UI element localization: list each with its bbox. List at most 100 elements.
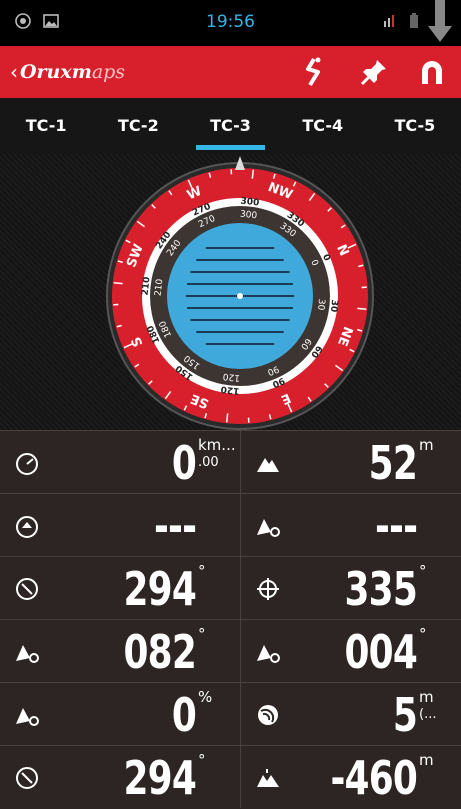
compass-inner-label: 300 [239,210,257,222]
tab-label: TC-5 [394,116,436,135]
tab-label: TC-1 [25,116,67,135]
compass-degree-label: 300 [240,197,260,209]
data-cell-left[interactable]: --- [0,494,241,556]
unit-top: % [198,688,213,706]
unit-top: ° [198,562,206,580]
tab-label: TC-3 [210,116,251,135]
compass-degree-label: 210 [141,276,153,296]
unit-top: ° [198,625,206,643]
data-value: 5 [392,688,418,742]
app-logo-bold: Oruxm [20,61,92,83]
data-cell-right[interactable]: 004 ° [241,620,461,682]
app-logo-button[interactable]: ‹ Oruxm aps [10,60,125,84]
data-row: 294 ° -460 m [0,745,461,808]
data-cell-right[interactable]: -460 m [241,746,461,808]
data-row: --- --- [0,493,461,556]
unit-top: km... [198,436,236,454]
data-row: 0 km... .00 52 m [0,430,461,493]
mountain-target-icon [257,645,280,663]
tab-bar: TC-1 TC-2 TC-3 TC-4 TC-5 [0,98,461,154]
data-row: 082 ° 004 ° [0,619,461,682]
route-button[interactable] [287,46,345,98]
unit-top: m [419,436,434,454]
back-chevron-icon: ‹ [10,60,18,84]
data-cell-right[interactable]: 52 m [241,431,461,493]
tab-tc-3[interactable]: TC-3 [184,98,276,154]
compass-dial: NWNNEESESSWW 3003300306090120150180210240… [106,156,374,430]
data-value: 294 [123,562,196,616]
speedometer-icon [16,453,38,475]
data-row: 294 ° 335 ° [0,556,461,619]
waypoint-pin-button[interactable] [345,46,403,98]
unit-bottom: (... [419,707,437,722]
route-icon [306,57,321,87]
data-cell-left[interactable]: 082 ° [0,620,241,682]
mountain-target-icon [16,645,39,663]
unit-top: ° [198,751,206,769]
data-value: --- [153,499,197,553]
crosshair-icon [257,578,279,600]
data-unit: ° [198,626,232,643]
data-value: 0 [171,436,197,490]
compass-degree-label: 30 [328,299,339,313]
compass-panel: NW N NE E SE S SW W 300 330 0 30 60 90 120 150 180 210 240… [0,154,461,430]
speed-up-icon [16,516,38,538]
gps-accuracy-icon [258,705,278,725]
tab-tc-2[interactable]: TC-2 [92,98,184,154]
mountain-target-icon [257,519,280,537]
data-unit: m [419,752,453,769]
tab-tc-5[interactable]: TC-5 [369,98,461,154]
data-cell-left[interactable]: 0% [0,683,241,745]
magnet-button[interactable] [403,46,461,98]
data-cell-right[interactable]: 5 m (... [241,683,461,745]
unit-top: ° [419,625,427,643]
tab-label: TC-4 [302,116,344,135]
data-value: 52 [368,436,418,490]
data-cell-left[interactable]: 294 ° [0,746,241,808]
tab-tc-1[interactable]: TC-1 [0,98,92,154]
data-grid: 0 km... .00 52 m --- --- 294 ° 335 ° 082 ° 004 ° 0% 5 m (.… [0,430,461,809]
signal-icon [384,15,394,27]
data-cell-right[interactable]: --- [241,494,461,556]
compass-degree-label: 120 [220,384,240,396]
unit-top: ° [419,562,427,580]
app-logo-light: aps [91,61,126,83]
data-value: -460 [330,751,417,805]
unit-top: m [419,751,434,769]
unit-top: m [419,688,434,706]
compass-inner-label: 210 [154,278,166,296]
pin-icon [360,60,386,86]
elevation-diff-icon [257,769,279,787]
data-unit: m (... [419,689,453,723]
data-value: --- [374,499,418,553]
status-bar: 19:56 [0,0,461,46]
mountain-target-icon [16,708,39,726]
data-value: 335 [344,562,417,616]
data-unit: km... .00 [198,436,236,471]
data-value: 082 [123,625,196,679]
data-value: 294 [123,751,196,805]
data-cell-left[interactable]: 294 ° [0,557,241,619]
data-row: 0% 5 m (... [0,682,461,745]
action-bar: ‹ Oruxm aps [0,46,461,98]
mountain-icon [257,458,279,472]
compass-tick [251,169,255,179]
magnet-icon [422,61,442,84]
data-unit: ° [419,563,453,580]
compass-inner-label: 120 [222,371,240,383]
data-unit: ° [198,752,232,769]
compass-inner-label: 30 [315,298,326,311]
data-unit: ° [419,626,453,643]
data-cell-right[interactable]: 335 ° [241,557,461,619]
tab-label: TC-2 [117,116,159,135]
compass-icon [16,578,38,600]
unit-bottom: .00 [198,455,219,470]
data-value: 0 [171,688,197,742]
tab-tc-4[interactable]: TC-4 [277,98,369,154]
data-cell-left[interactable]: 0 km... .00 [0,431,241,493]
compass-tick [113,281,123,285]
compass-tick [357,307,367,311]
data-unit: m [419,437,453,454]
arrow-down-icon [428,0,452,42]
compass-tick [225,413,229,423]
